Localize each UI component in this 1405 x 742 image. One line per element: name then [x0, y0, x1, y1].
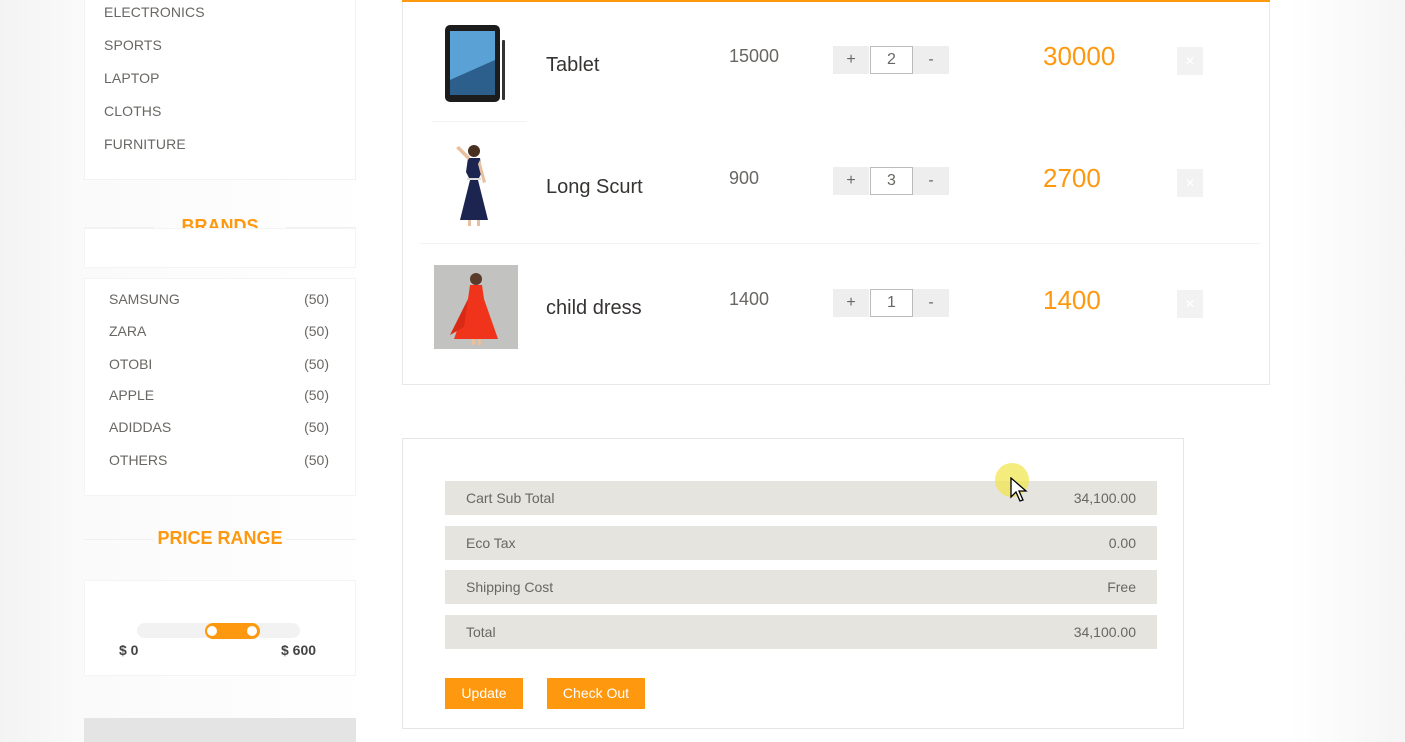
checkout-button[interactable]: Check Out — [547, 678, 645, 709]
category-sports[interactable]: SPORTS — [104, 37, 162, 53]
qty-increase-button[interactable]: + — [833, 167, 869, 195]
brand-name: APPLE — [109, 387, 155, 403]
cart-top-border — [402, 0, 1270, 2]
category-panel — [84, 0, 356, 180]
brand-name: ZARA — [109, 323, 147, 339]
unit-price-child-dress: 1400 — [729, 289, 770, 309]
brand-name: ADIDDAS — [109, 419, 172, 435]
eco-tax-value: 0.00 — [1108, 535, 1136, 551]
eco-tax-label: Eco Tax — [466, 535, 516, 551]
line-total-child-dress: 1400 — [1043, 285, 1101, 315]
update-button[interactable]: Update — [445, 678, 523, 709]
unit-price-long-scurt: 900 — [729, 168, 760, 188]
shipping-label: Shipping Cost — [466, 579, 554, 595]
qty-decrease-button[interactable]: - — [913, 289, 949, 317]
delete-item-button[interactable]: ✕ — [1177, 169, 1203, 197]
line-total-long-scurt: 2700 — [1043, 163, 1101, 193]
total-row: Total 34,100.00 — [445, 615, 1157, 649]
delete-item-button[interactable]: ✕ — [1177, 290, 1203, 318]
brand-zara[interactable]: ZARA (50) — [109, 323, 329, 339]
qty-decrease-button[interactable]: - — [913, 167, 949, 195]
brand-samsung[interactable]: SAMSUNG (50) — [109, 291, 329, 307]
brand-count: (50) — [304, 419, 329, 435]
qty-input-long-scurt[interactable] — [870, 167, 913, 195]
eco-tax-row: Eco Tax 0.00 — [445, 526, 1157, 560]
subtotal-label: Cart Sub Total — [466, 490, 555, 506]
unit-price-tablet: 15000 — [729, 46, 780, 66]
product-image-child-dress — [434, 265, 518, 349]
product-image-tablet — [432, 20, 517, 105]
sidebar-next-panel — [84, 718, 356, 742]
subtotal-row: Cart Sub Total 34,100.00 — [445, 481, 1157, 515]
row-divider — [420, 243, 1260, 244]
price-range-title: PRICE RANGE — [157, 528, 283, 548]
close-icon: ✕ — [1184, 176, 1196, 190]
price-slider-max-handle[interactable] — [247, 626, 257, 636]
product-name-tablet[interactable]: Tablet — [546, 54, 599, 77]
subtotal-value: 34,100.00 — [1073, 490, 1136, 506]
shop-page: ELECTRONICS SPORTS LAPTOP CLOTHS FURNITU… — [0, 0, 1405, 742]
brand-count: (50) — [304, 387, 329, 403]
close-icon: ✕ — [1184, 54, 1196, 68]
total-label: Total — [466, 624, 496, 640]
price-max-label: $ 600 — [281, 642, 317, 658]
price-range-heading: PRICE RANGE — [84, 528, 356, 549]
brand-count: (50) — [304, 356, 329, 372]
brand-apple[interactable]: APPLE (50) — [109, 387, 329, 403]
brand-others[interactable]: OTHERS (50) — [109, 452, 329, 468]
brand-name: OTOBI — [109, 356, 153, 372]
qty-input-child-dress[interactable] — [870, 289, 913, 317]
brand-otobi[interactable]: OTOBI (50) — [109, 356, 329, 372]
qty-increase-button[interactable]: + — [833, 46, 869, 74]
brand-name: OTHERS — [109, 452, 168, 468]
product-name-long-scurt[interactable]: Long Scurt — [546, 176, 643, 199]
mouse-pointer-icon — [1010, 477, 1028, 502]
total-value: 34,100.00 — [1073, 624, 1136, 640]
brand-count: (50) — [304, 323, 329, 339]
price-min-label: $ 0 — [119, 642, 139, 658]
product-name-child-dress[interactable]: child dress — [546, 297, 642, 320]
close-icon: ✕ — [1184, 297, 1196, 311]
category-electronics[interactable]: ELECTRONICS — [104, 4, 205, 20]
qty-input-tablet[interactable] — [870, 46, 913, 74]
row-divider — [432, 121, 527, 122]
line-total-tablet: 30000 — [1043, 41, 1116, 71]
price-slider-min-handle[interactable] — [207, 626, 217, 636]
brand-count: (50) — [304, 452, 329, 468]
shipping-row: Shipping Cost Free — [445, 570, 1157, 604]
brands-top-strip — [84, 228, 356, 268]
product-image-long-scurt — [432, 142, 517, 227]
delete-item-button[interactable]: ✕ — [1177, 47, 1203, 75]
qty-increase-button[interactable]: + — [833, 289, 869, 317]
qty-decrease-button[interactable]: - — [913, 46, 949, 74]
category-furniture[interactable]: FURNITURE — [104, 136, 186, 152]
category-cloths[interactable]: CLOTHS — [104, 103, 161, 119]
brand-adiddas[interactable]: ADIDDAS (50) — [109, 419, 329, 435]
brand-name: SAMSUNG — [109, 291, 180, 307]
category-laptop[interactable]: LAPTOP — [104, 70, 160, 86]
brand-count: (50) — [304, 291, 329, 307]
shipping-value: Free — [1107, 579, 1136, 595]
